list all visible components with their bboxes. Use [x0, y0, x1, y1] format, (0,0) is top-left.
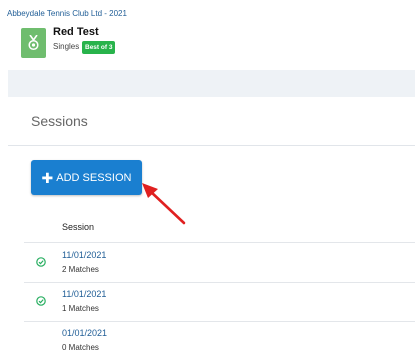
session-row[interactable]: 01/01/2021 0 Matches	[24, 322, 415, 360]
add-session-label: ADD SESSION	[56, 171, 132, 184]
check-circle-icon	[36, 257, 46, 267]
add-session-button[interactable]: ✚ ADD SESSION	[31, 160, 142, 195]
column-header-session: Session	[62, 222, 95, 232]
section-title: Sessions	[31, 113, 88, 129]
session-date-link[interactable]: 11/01/2021	[62, 250, 106, 260]
session-row[interactable]: 11/01/2021 1 Matches	[24, 283, 415, 321]
annotation-arrow-icon	[142, 183, 186, 225]
medal-icon	[28, 35, 39, 51]
event-type: Singles	[53, 42, 80, 51]
session-date-link[interactable]: 01/01/2021	[62, 328, 107, 338]
session-date-link[interactable]: 11/01/2021	[62, 289, 106, 299]
check-circle-icon	[36, 296, 46, 306]
session-match-count: 1 Matches	[62, 304, 99, 313]
club-name[interactable]: Abbeydale Tennis Club Ltd - 2021	[7, 9, 127, 18]
header-band	[8, 70, 415, 97]
session-row[interactable]: 11/01/2021 2 Matches	[24, 244, 415, 282]
row-divider	[24, 242, 415, 243]
format-badge: Best of 3	[82, 41, 116, 54]
event-title: Red Test	[53, 26, 99, 38]
plus-icon: ✚	[41, 169, 54, 186]
event-logo	[21, 28, 46, 58]
session-match-count: 2 Matches	[62, 265, 99, 274]
divider	[8, 145, 415, 146]
event-header: Abbeydale Tennis Club Ltd - 2021 Red Tes…	[0, 0, 415, 70]
session-match-count: 0 Matches	[62, 343, 99, 352]
